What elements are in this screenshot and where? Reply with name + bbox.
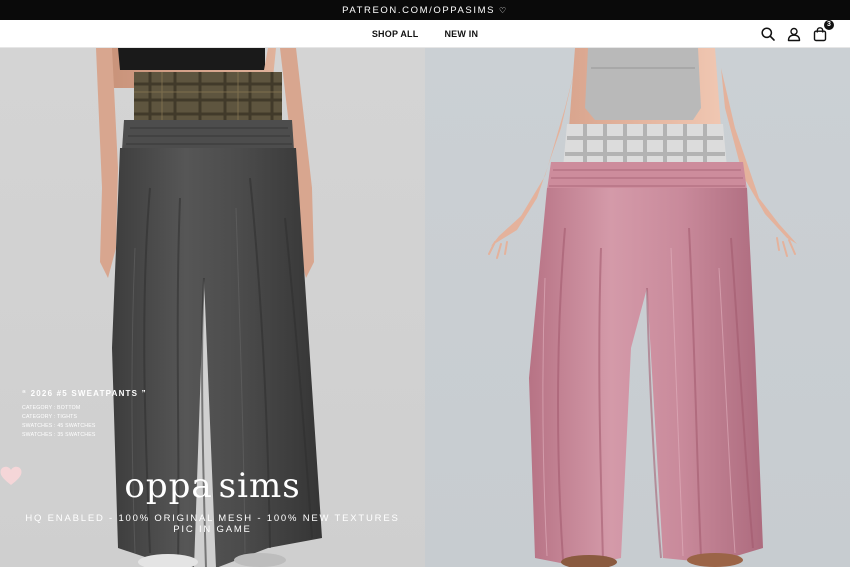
- product-title: “ 2026 #5 SWEATPANTS ”: [22, 389, 147, 398]
- account-icon[interactable]: [786, 26, 802, 42]
- hero-banner[interactable]: “ 2026 #5 SWEATPANTS ” CATEGORY : BOTTOM…: [0, 48, 850, 567]
- heart-logo-icon: [0, 466, 22, 485]
- tagline-line-2: PIC IN GAME: [173, 524, 252, 535]
- pink-sweatpants-illustration: [488, 48, 797, 567]
- product-image-grey-sweatpants[interactable]: “ 2026 #5 SWEATPANTS ” CATEGORY : BOTTOM…: [0, 48, 425, 567]
- meta-category-tights: CATEGORY : TIGHTS: [22, 414, 78, 420]
- nav-link-shop-all[interactable]: SHOP ALL: [372, 29, 419, 39]
- tagline: HQ ENABLED - 100% ORIGINAL MESH - 100% N…: [0, 513, 425, 535]
- brand-logo: oppa sims: [0, 466, 425, 506]
- brand-right: sims: [218, 466, 301, 506]
- announcement-text[interactable]: PATREON.COM/OPPASIMS: [342, 5, 495, 16]
- product-meta: CATEGORY : BOTTOM CATEGORY : TIGHTS SWAT…: [22, 404, 147, 440]
- meta-category-bottom: CATEGORY : BOTTOM: [22, 405, 81, 411]
- meta-swatches-45: SWATCHES : 45 SWATCHES: [22, 423, 96, 429]
- cart-count-badge: 3: [824, 20, 834, 30]
- nav-icons: 3: [760, 20, 834, 48]
- nav-link-new-in[interactable]: NEW IN: [444, 29, 478, 39]
- brand-left: oppa: [124, 466, 213, 506]
- main-navbar: SHOP ALL NEW IN 3: [0, 20, 850, 48]
- announcement-bar[interactable]: PATREON.COM/OPPASIMS ♡: [0, 0, 850, 20]
- meta-swatches-35: SWATCHES : 35 SWATCHES: [22, 432, 96, 438]
- product-info: “ 2026 #5 SWEATPANTS ” CATEGORY : BOTTOM…: [22, 389, 147, 440]
- heart-outline-icon: ♡: [499, 5, 508, 15]
- product-image-pink-sweatpants[interactable]: [425, 48, 850, 567]
- tagline-line-1: HQ ENABLED - 100% ORIGINAL MESH - 100% N…: [25, 513, 400, 524]
- search-icon[interactable]: [760, 26, 776, 42]
- nav-links: SHOP ALL NEW IN: [0, 20, 850, 48]
- cart-icon[interactable]: 3: [812, 20, 834, 42]
